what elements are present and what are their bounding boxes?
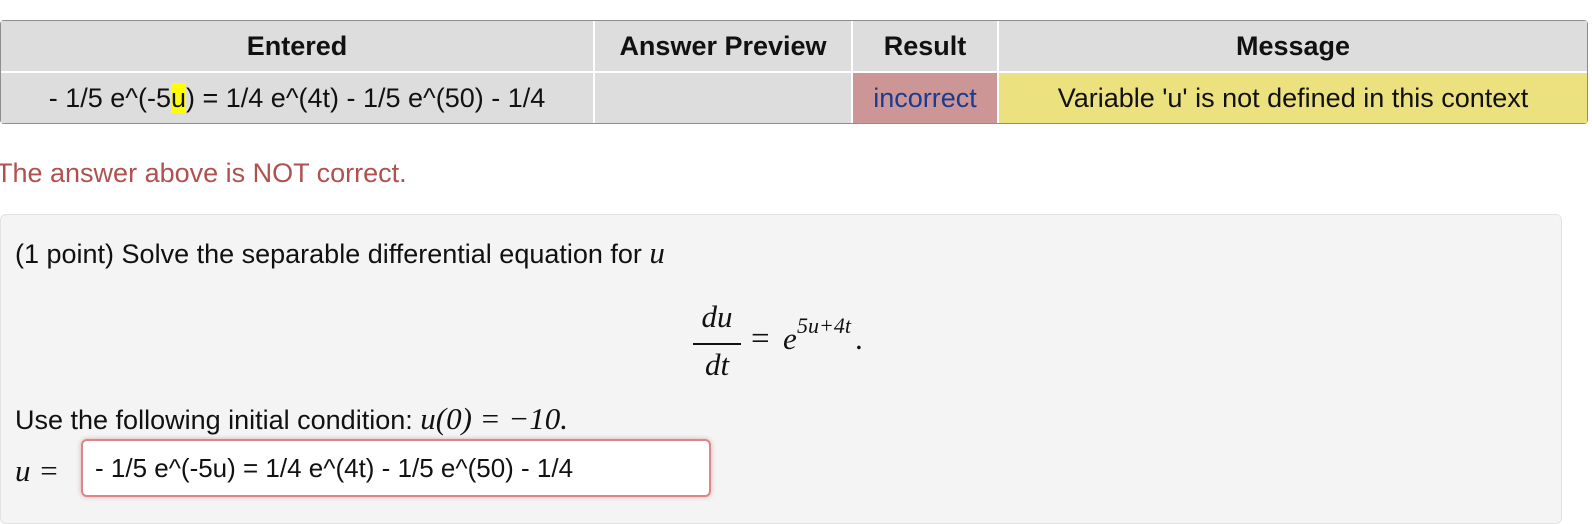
answer-label: u = xyxy=(15,453,59,489)
answer-status-message: The answer above is NOT correct. xyxy=(0,158,407,188)
header-answer-preview: Answer Preview xyxy=(595,21,853,74)
entered-text-before: - 1/5 e^(-5 xyxy=(48,82,171,113)
equation-period: . xyxy=(855,321,863,356)
initial-condition-text: Use the following initial condition: xyxy=(15,405,413,435)
answer-label-text: u = xyxy=(15,453,60,488)
answer-input[interactable] xyxy=(81,439,711,497)
message-cell: Variable 'u' is not defined in this cont… xyxy=(999,73,1587,123)
header-entered: Entered xyxy=(1,21,595,74)
initial-condition-math: u(0) = −10. xyxy=(420,401,568,436)
results-row: - 1/5 e^(-5u) = 1/4 e^(4t) - 1/5 e^(50) … xyxy=(1,73,1587,123)
entered-cell: - 1/5 e^(-5u) = 1/4 e^(4t) - 1/5 e^(50) … xyxy=(1,73,595,123)
fraction-denominator: dt xyxy=(704,347,730,382)
results-header-row: Entered Answer Preview Result Message xyxy=(1,21,1587,74)
entered-error-highlight: u xyxy=(170,82,186,113)
exponential-base: e xyxy=(783,321,797,356)
initial-condition-expression: u(0) = −10. xyxy=(420,401,568,436)
fraction-numerator: du xyxy=(701,299,733,334)
problem-intro-text: (1 point) Solve the separable differenti… xyxy=(15,239,642,269)
entered-text-after: ) = 1/4 e^(4t) - 1/5 e^(50) - 1/4 xyxy=(186,82,546,113)
equals-sign: = xyxy=(751,321,770,357)
initial-condition: Use the following initial condition: u(0… xyxy=(15,401,568,437)
exponent: 5u+4t xyxy=(797,313,851,338)
fraction-bar xyxy=(693,343,741,345)
attempt-results-table: Entered Answer Preview Result Message - … xyxy=(0,20,1588,124)
result-cell: incorrect xyxy=(853,73,999,123)
header-message: Message xyxy=(999,21,1587,74)
header-result: Result xyxy=(853,21,999,74)
problem-container: (1 point) Solve the separable differenti… xyxy=(0,214,1562,524)
answer-preview-cell xyxy=(595,73,853,123)
problem-statement: (1 point) Solve the separable differenti… xyxy=(15,235,665,271)
problem-intro-variable: u xyxy=(649,235,665,270)
